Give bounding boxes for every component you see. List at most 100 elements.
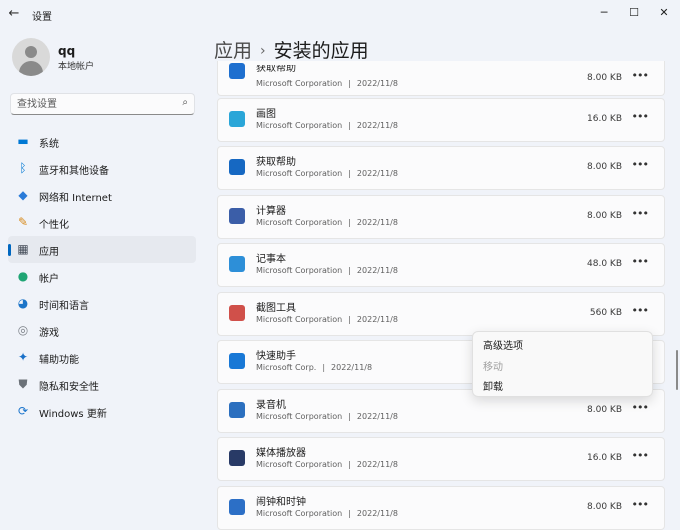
app-install-date: 2022/11/8 — [356, 509, 398, 518]
maximize-button[interactable]: ☐ — [622, 3, 646, 23]
close-button[interactable]: ✕ — [652, 3, 676, 23]
brush-icon: ✎ — [17, 215, 29, 229]
scrollbar-thumb[interactable] — [676, 350, 678, 390]
sidebar-item-label: 个性化 — [39, 220, 69, 231]
selection-indicator — [8, 244, 11, 256]
sidebar-item[interactable]: ⟳ Windows 更新 — [8, 398, 196, 425]
app-size: 16.0 KB — [587, 114, 622, 124]
update-icon: ⟳ — [17, 404, 29, 418]
app-publisher: Microsoft Corporation — [256, 315, 343, 324]
app-publisher: Microsoft Corporation — [256, 412, 343, 421]
more-options-icon[interactable]: ••• — [632, 69, 649, 82]
search-input[interactable] — [17, 96, 167, 112]
app-name: 媒体播放器 — [256, 448, 306, 459]
quick-assist-icon — [229, 353, 245, 369]
sidebar-nav: ▬ 系统 ᛒ 蓝牙和其他设备 ◆ 网络和 Internet ✎ 个性化 ▦ 应用 ● 帐户 ◕ 时间和语言… — [8, 128, 196, 425]
sidebar-item-label: 帐户 — [39, 274, 59, 285]
sidebar-item-label: 隐私和安全性 — [39, 382, 99, 393]
more-options-icon[interactable]: ••• — [632, 304, 649, 317]
user-name: qq — [58, 44, 76, 58]
sidebar-item-label: 时间和语言 — [39, 301, 89, 312]
app-size: 16.0 KB — [587, 453, 622, 463]
app-publisher: Microsoft Corporation — [256, 266, 343, 275]
app-row: 获取帮助 Microsoft Corporation | 2022/11/8 8.00 … — [217, 146, 665, 190]
sidebar-item[interactable]: ᛒ 蓝牙和其他设备 — [8, 155, 196, 182]
help-icon — [229, 159, 245, 175]
sidebar-item-label: 辅助功能 — [39, 355, 79, 366]
app-install-date: 2022/11/8 — [331, 363, 373, 372]
avatar[interactable] — [12, 38, 50, 76]
recorder-icon — [229, 402, 245, 418]
app-size: 8.00 KB — [587, 502, 622, 512]
breadcrumb-chevron-icon: › — [260, 43, 266, 59]
breadcrumb-parent[interactable]: 应用 — [214, 40, 252, 62]
accessibility-icon: ✦ — [17, 350, 29, 364]
app-publisher: Microsoft Corporation — [256, 509, 343, 518]
page-title: 安装的应用 — [273, 40, 369, 62]
title-bar: ← 设置 ─ ☐ ✕ — [0, 0, 680, 28]
app-meta: Microsoft Corporation | 2022/11/8 — [256, 412, 398, 421]
app-install-date: 2022/11/8 — [356, 121, 398, 130]
globe-clock-icon: ◕ — [17, 296, 29, 310]
search-icon[interactable]: ⌕ — [182, 97, 188, 108]
context-menu-item[interactable]: 高级选项 — [483, 337, 523, 352]
feedback-icon — [229, 63, 245, 79]
app-row: 闹钟和时钟 Microsoft Corporation | 2022/11/8 8.00… — [217, 486, 665, 530]
app-install-date: 2022/11/8 — [356, 315, 398, 324]
calculator-icon — [229, 208, 245, 224]
sidebar-item[interactable]: ✦ 辅助功能 — [8, 344, 196, 371]
search-box[interactable]: ⌕ — [10, 93, 195, 115]
sidebar-item[interactable]: ▦ 应用 — [8, 236, 196, 263]
sidebar-item-label: 蓝牙和其他设备 — [39, 166, 109, 177]
app-size: 8.00 KB — [587, 73, 622, 83]
minimize-button[interactable]: ─ — [592, 3, 616, 23]
sidebar-item[interactable]: ✎ 个性化 — [8, 209, 196, 236]
app-meta: Microsoft Corporation | 2022/11/8 — [256, 218, 398, 227]
sidebar-item-label: 系统 — [39, 139, 59, 150]
app-size: 48.0 KB — [587, 259, 622, 269]
meta-separator: | — [348, 121, 351, 130]
app-install-date: 2022/11/8 — [356, 412, 398, 421]
more-options-icon[interactable]: ••• — [632, 449, 649, 462]
app-name: 截图工具 — [256, 303, 296, 314]
context-menu-item[interactable]: 卸载 — [483, 378, 503, 393]
app-meta: Microsoft Corporation | 2022/11/8 — [256, 121, 398, 130]
more-options-icon[interactable]: ••• — [632, 255, 649, 268]
more-options-icon[interactable]: ••• — [632, 401, 649, 414]
apps-icon: ▦ — [17, 242, 29, 256]
app-meta: Microsoft Corp. | 2022/11/8 — [256, 363, 372, 372]
more-options-icon[interactable]: ••• — [632, 207, 649, 220]
context-menu: 高级选项 移动 卸载 — [472, 331, 653, 397]
app-meta: Microsoft Corporation | 2022/11/8 — [256, 266, 398, 275]
app-name: 获取帮助 — [256, 157, 296, 168]
sidebar-item[interactable]: ⛊ 隐私和安全性 — [8, 371, 196, 398]
account-type: 本地帐户 — [58, 62, 95, 72]
meta-separator: | — [322, 363, 326, 372]
app-size: 8.00 KB — [587, 211, 622, 221]
sidebar-item-label: 游戏 — [39, 328, 59, 339]
app-name: 获取帮助 — [256, 63, 296, 74]
more-options-icon[interactable]: ••• — [632, 498, 649, 511]
notepad-icon — [229, 256, 245, 272]
paint-icon — [229, 111, 245, 127]
shield-icon: ⛊ — [18, 377, 28, 391]
breadcrumb: 应用 › 安装的应用 — [214, 36, 369, 63]
back-arrow-icon[interactable]: ← — [6, 6, 22, 22]
sidebar-item[interactable]: ◆ 网络和 Internet — [8, 182, 196, 209]
more-options-icon[interactable]: ••• — [632, 158, 649, 171]
app-meta: Microsoft Corporation | 2022/11/8 — [256, 79, 398, 88]
app-row: 截图工具 Microsoft Corporation | 2022/11/8 560 K… — [217, 292, 665, 336]
sidebar-item-label: 网络和 Internet — [39, 193, 112, 204]
sidebar-item[interactable]: ◎ 游戏 — [8, 317, 196, 344]
app-publisher: Microsoft Corporation — [256, 460, 343, 469]
app-publisher: Microsoft Corporation — [256, 121, 343, 130]
app-name: 录音机 — [256, 400, 286, 411]
app-name: 画图 — [256, 109, 276, 120]
meta-separator: | — [348, 218, 351, 227]
sidebar-item[interactable]: ● 帐户 — [8, 263, 196, 290]
more-options-icon[interactable]: ••• — [632, 110, 649, 123]
meta-separator: | — [348, 169, 351, 178]
sidebar-item[interactable]: ▬ 系统 — [8, 128, 196, 155]
app-meta: Microsoft Corporation | 2022/11/8 — [256, 169, 398, 178]
sidebar-item[interactable]: ◕ 时间和语言 — [8, 290, 196, 317]
